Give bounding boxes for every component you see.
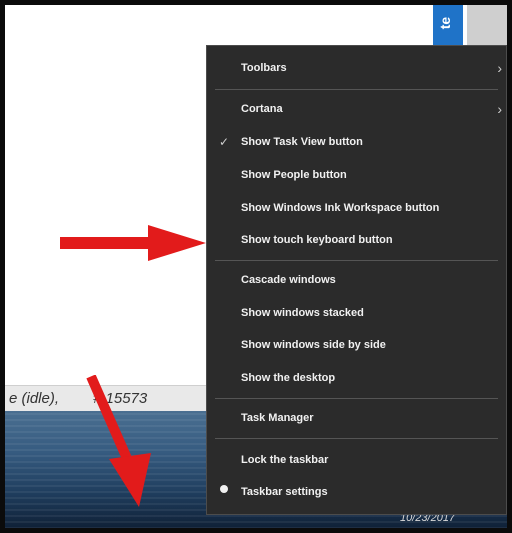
menu-divider xyxy=(215,398,498,399)
menu-item-label: Taskbar settings xyxy=(241,486,328,498)
check-icon: ✓ xyxy=(219,135,230,149)
menu-item-label: Show People button xyxy=(241,169,347,181)
menu-item-label: Show windows side by side xyxy=(241,339,386,351)
menu-item-cascade-windows[interactable]: Cascade windows xyxy=(207,266,507,296)
menu-item-label: Toolbars xyxy=(241,62,287,74)
menu-item-show-task-view[interactable]: ✓ Show Task View button xyxy=(207,128,507,158)
menu-item-label: Task Manager xyxy=(241,412,314,424)
menu-item-show-desktop[interactable]: Show the desktop xyxy=(207,364,507,394)
menu-item-show-touch-keyboard[interactable]: Show touch keyboard button xyxy=(207,226,507,256)
menu-item-label: Show Task View button xyxy=(241,136,363,148)
screenshot-frame: te e (idle), # 15573 10/23/2017 Toolbars… xyxy=(0,0,512,533)
taskbar-context-menu: Toolbars › Cortana › ✓ Show Task View bu… xyxy=(206,45,507,515)
menu-divider xyxy=(215,260,498,261)
tile-label: te xyxy=(437,16,454,30)
menu-item-toolbars[interactable]: Toolbars › xyxy=(207,54,507,84)
chevron-right-icon: › xyxy=(497,60,502,76)
menu-item-lock-taskbar[interactable]: Lock the taskbar xyxy=(207,446,507,476)
menu-item-show-people[interactable]: Show People button xyxy=(207,161,507,191)
grey-tile xyxy=(467,5,507,45)
menu-item-label: Cortana xyxy=(241,103,283,115)
chevron-right-icon: › xyxy=(497,101,502,117)
red-arrow-icon xyxy=(86,375,151,507)
menu-item-taskbar-settings[interactable]: Taskbar settings xyxy=(207,478,507,508)
menu-item-label: Cascade windows xyxy=(241,274,336,286)
menu-item-label: Show the desktop xyxy=(241,372,336,384)
blue-app-tile[interactable]: te xyxy=(433,5,463,45)
menu-divider xyxy=(215,438,498,439)
menu-item-label: Show touch keyboard button xyxy=(241,234,393,246)
red-arrow-icon xyxy=(60,225,206,261)
radio-dot-icon xyxy=(220,485,228,493)
menu-divider xyxy=(215,89,498,90)
menu-item-windows-side-by-side[interactable]: Show windows side by side xyxy=(207,331,507,361)
menu-item-label: Show Windows Ink Workspace button xyxy=(241,202,440,214)
menu-item-task-manager[interactable]: Task Manager xyxy=(207,404,507,434)
menu-item-windows-stacked[interactable]: Show windows stacked xyxy=(207,299,507,329)
status-text: e (idle), xyxy=(9,390,60,407)
menu-item-cortana[interactable]: Cortana › xyxy=(207,95,507,125)
menu-item-label: Lock the taskbar xyxy=(241,454,329,466)
menu-item-show-ink-workspace[interactable]: Show Windows Ink Workspace button xyxy=(207,194,507,224)
menu-item-label: Show windows stacked xyxy=(241,307,364,319)
